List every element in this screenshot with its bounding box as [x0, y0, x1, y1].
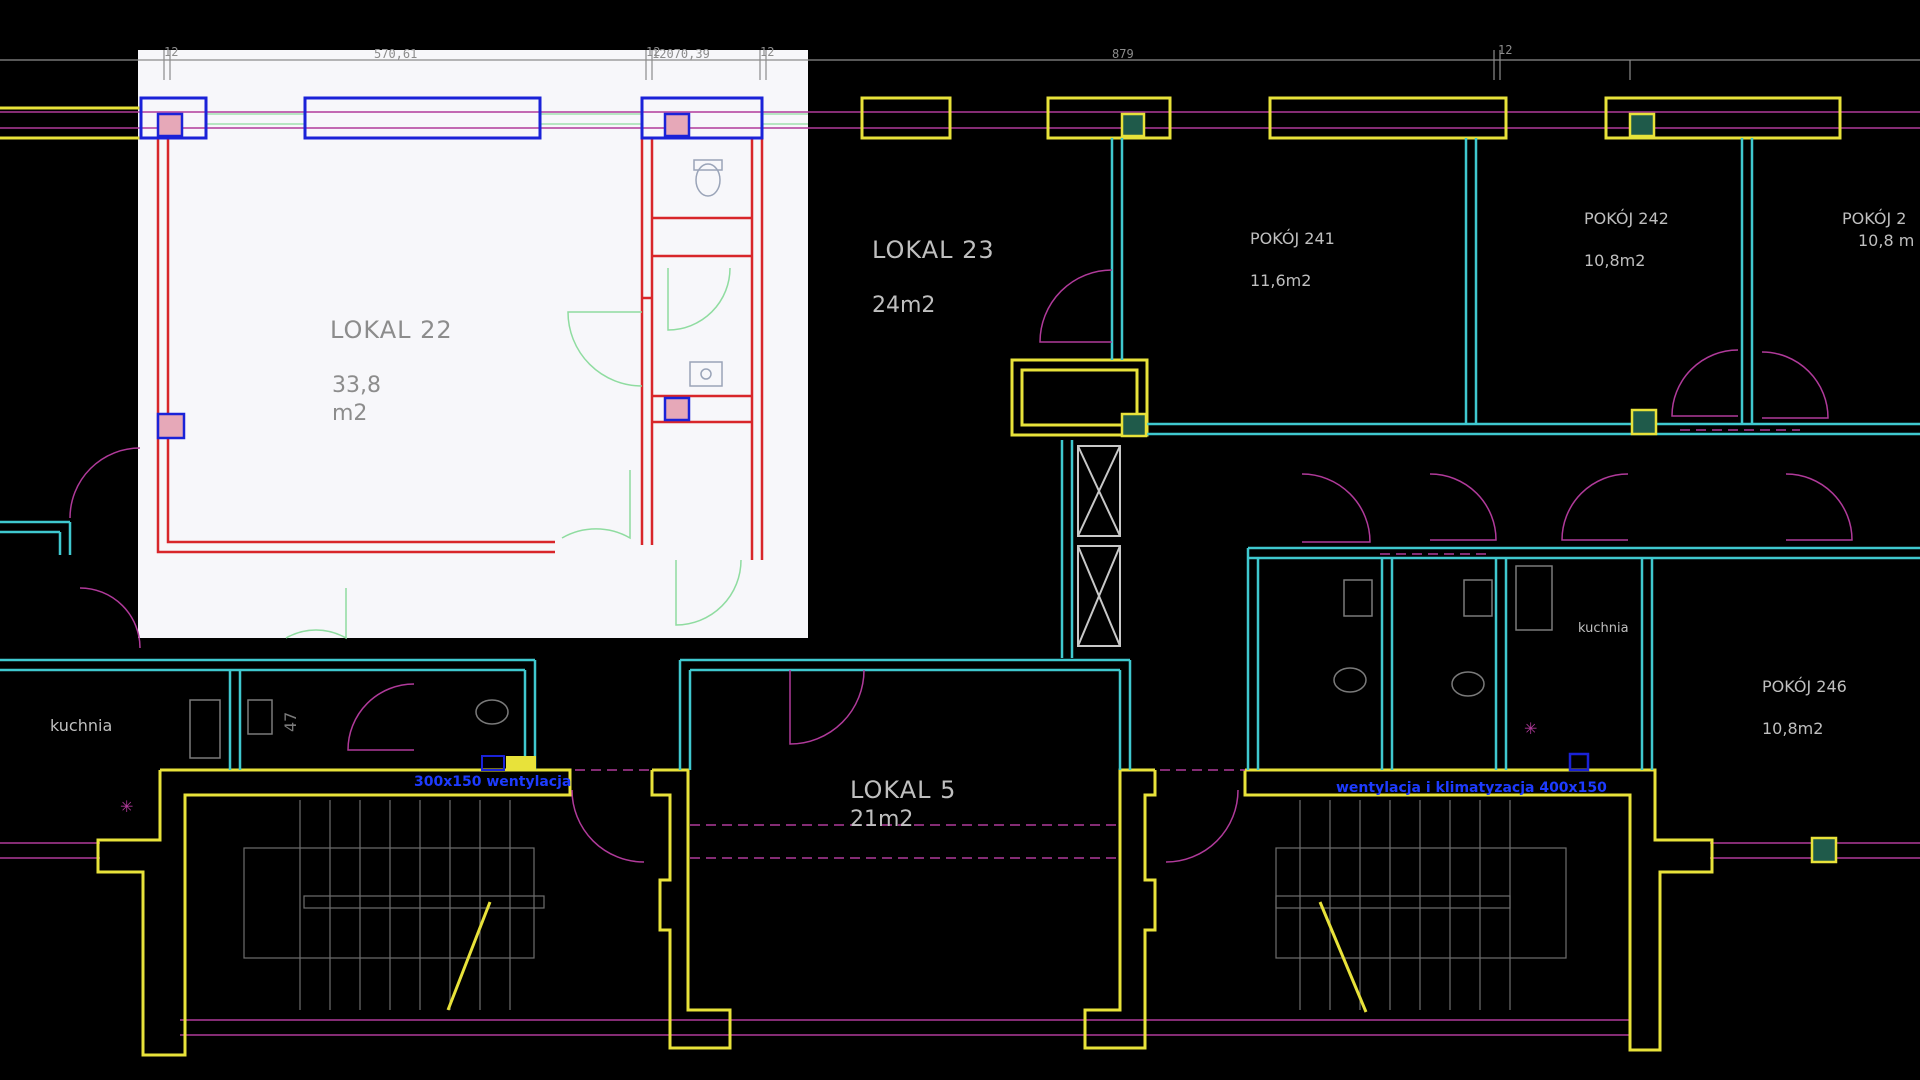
dim-text-2: 570,61 [374, 47, 417, 61]
fixture-label: 47 [281, 712, 300, 732]
room-area-lokal5: 21m2 [850, 807, 913, 832]
room-name-lokal5: LOKAL 5 [850, 776, 956, 804]
room-name-pokoj246: POKÓJ 246 [1762, 677, 1847, 696]
dim-text-7: 12 [1498, 43, 1512, 57]
dim-text-6: 879 [1112, 47, 1134, 61]
vent-symbol-left: ✳ [120, 797, 133, 816]
room-name-kuchnia-left: kuchnia [50, 716, 112, 735]
vent-symbol-right: ✳ [1524, 719, 1537, 738]
room-name-pokoj242: POKÓJ 242 [1584, 209, 1669, 228]
room-area-lokal22-line1: 33,8 [332, 373, 381, 398]
dim-text-5: 12 [760, 45, 774, 59]
room-area-pokoj242: 10,8m2 [1584, 251, 1645, 270]
floor-plan-drawing: 47 ✳ ✳ 12 570,61 12 12070,39 12 879 12 L… [0, 43, 1920, 1057]
elevator-shafts [1077, 445, 1121, 647]
room-area-pokoj246: 10,8m2 [1762, 719, 1823, 738]
stairs-right [1275, 800, 1567, 1010]
room-area-lokal22-line2: m2 [332, 401, 367, 426]
vent-note-right: wentylacja i klimatyzacja 400x150 [1336, 780, 1607, 796]
room-area-lokal23: 24m2 [872, 293, 935, 318]
dim-text-4: 12070,39 [652, 47, 710, 61]
stair-arrow-left [446, 901, 492, 1011]
room-name-lokal22: LOKAL 22 [330, 316, 453, 344]
room-area-pokoj243: 10,8 m [1858, 231, 1914, 250]
vent-duct-right [1568, 752, 1590, 772]
stair-arrow-right [1318, 901, 1368, 1013]
room-name-lokal23: LOKAL 23 [872, 236, 995, 264]
vent-duct-left-yellow [506, 756, 536, 770]
dim-text-1: 12 [164, 45, 178, 59]
room-name-pokoj243: POKÓJ 2 [1842, 209, 1906, 228]
vent-duct-left [481, 755, 505, 771]
stairs-left [243, 800, 545, 1010]
vent-note-left: 300x150 wentylacja [414, 774, 571, 790]
room-name-kuchnia-right: kuchnia [1578, 621, 1629, 636]
yellow-columns [1120, 112, 1838, 864]
room-name-pokoj241: POKÓJ 241 [1250, 229, 1335, 248]
room-area-pokoj241: 11,6m2 [1250, 271, 1311, 290]
